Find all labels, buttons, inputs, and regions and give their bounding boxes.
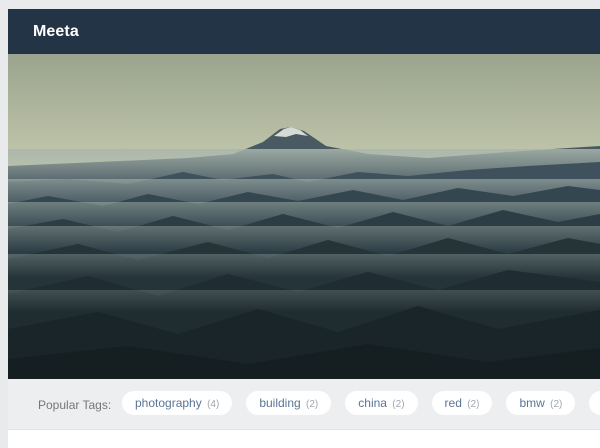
tag-list: photography (4) building (2) china (2) r… — [122, 391, 600, 415]
tag-name: red — [444, 396, 462, 410]
tag-count: (2) — [392, 399, 405, 410]
hero-image[interactable] — [8, 54, 600, 379]
tag-building[interactable]: building (2) — [246, 391, 332, 415]
tag-china[interactable]: china (2) — [345, 391, 418, 415]
tag-partial[interactable]: b — [589, 391, 600, 415]
tag-count: (2) — [306, 399, 319, 410]
page-frame: Meeta Popular Tags: photography (4) buil… — [8, 9, 600, 448]
tag-count: (4) — [207, 399, 220, 410]
tag-name: bmw — [519, 396, 545, 410]
site-logo[interactable]: Meeta — [33, 23, 79, 41]
popular-tags-bar: Popular Tags: photography (4) building (… — [8, 379, 600, 430]
tag-name: photography — [135, 396, 202, 410]
tag-bmw[interactable]: bmw (2) — [506, 391, 576, 415]
tag-count: (2) — [550, 399, 563, 410]
tag-count: (2) — [467, 399, 480, 410]
popular-tags-label: Popular Tags: — [38, 398, 112, 412]
tag-red[interactable]: red (2) — [431, 391, 493, 415]
tag-name: china — [358, 396, 387, 410]
tag-photography[interactable]: photography (4) — [122, 391, 233, 415]
tag-name: building — [259, 396, 301, 410]
mountain-landscape-illustration — [8, 54, 600, 379]
top-navigation-bar: Meeta — [8, 9, 600, 54]
